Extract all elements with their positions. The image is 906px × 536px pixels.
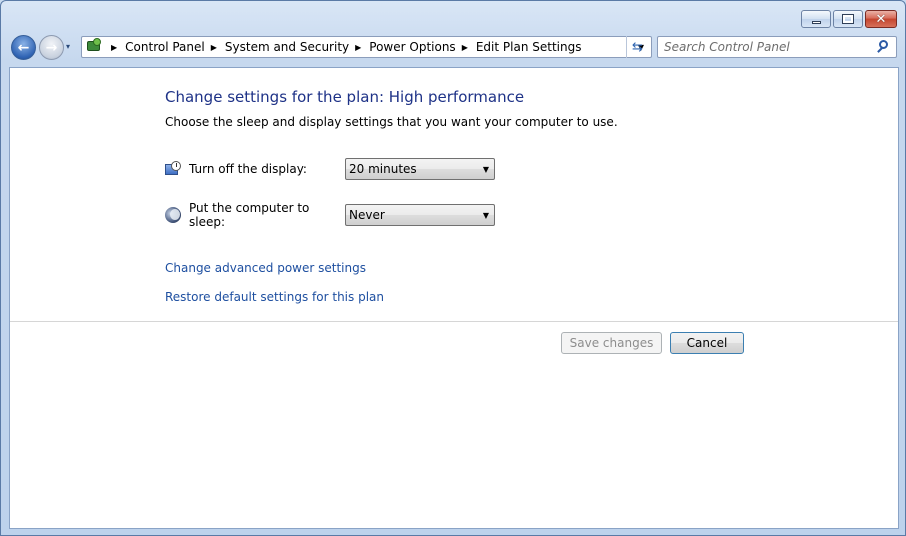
page-title: Change settings for the plan: High perfo… [165, 88, 525, 106]
minimize-icon [811, 20, 821, 24]
search-icon[interactable] [875, 38, 893, 56]
forward-arrow-icon: → [45, 39, 58, 56]
restore-defaults-link[interactable]: Restore default settings for this plan [165, 290, 384, 304]
breadcrumb-separator-icon[interactable]: ▶ [462, 43, 468, 52]
display-timer-icon [165, 161, 181, 177]
forward-button[interactable]: → [39, 35, 64, 60]
navigation-bar: ← → ▾ ▶ Control Panel ▶ System and Secur… [9, 33, 897, 61]
refresh-icon: ⇆ [632, 39, 643, 55]
recent-pages-dropdown[interactable]: ▾ [66, 42, 76, 52]
breadcrumb-separator-icon[interactable]: ▶ [211, 43, 217, 52]
address-bar[interactable]: ▶ Control Panel ▶ System and Security ▶ … [81, 36, 652, 58]
close-icon: ✕ [875, 11, 887, 27]
sleep-timeout-select[interactable]: Never ▼ [345, 204, 495, 226]
maximize-button[interactable] [833, 10, 863, 28]
search-box [657, 36, 897, 58]
control-panel-window: ✕ ← → ▾ ▶ Control Panel ▶ System and Sec… [0, 0, 906, 536]
sleep-setting-label: Put the computer to sleep: [189, 201, 310, 229]
content-pane: Change settings for the plan: High perfo… [9, 67, 899, 529]
back-button[interactable]: ← [11, 35, 36, 60]
display-timeout-select[interactable]: 20 minutes ▼ [345, 158, 495, 180]
breadcrumb-control-panel[interactable]: Control Panel [125, 40, 205, 54]
control-panel-icon [85, 38, 105, 56]
page-subtitle: Choose the sleep and display settings th… [165, 115, 618, 129]
divider [10, 321, 898, 322]
breadcrumb-separator-icon[interactable]: ▶ [355, 43, 361, 52]
display-setting-label: Turn off the display: [189, 162, 307, 176]
search-input[interactable] [658, 38, 875, 56]
sleep-moon-icon [165, 207, 181, 223]
breadcrumb-power-options[interactable]: Power Options [369, 40, 455, 54]
display-timeout-value: 20 minutes [349, 162, 417, 176]
back-arrow-icon: ← [17, 39, 30, 56]
sleep-setting-row: Put the computer to sleep: Never ▼ [165, 201, 495, 229]
chevron-down-icon: ▼ [482, 210, 490, 220]
chevron-down-icon: ▼ [482, 164, 490, 174]
cancel-button[interactable]: Cancel [670, 332, 744, 354]
breadcrumb-system-and-security[interactable]: System and Security [225, 40, 349, 54]
minimize-button[interactable] [801, 10, 831, 28]
save-changes-button[interactable]: Save changes [561, 332, 662, 354]
close-button[interactable]: ✕ [865, 10, 897, 28]
sleep-timeout-value: Never [349, 208, 385, 222]
breadcrumb: ▶ Control Panel ▶ System and Security ▶ … [105, 40, 631, 54]
breadcrumb-edit-plan-settings[interactable]: Edit Plan Settings [476, 40, 582, 54]
maximize-icon [842, 14, 854, 24]
refresh-button[interactable]: ⇆ [626, 36, 648, 58]
breadcrumb-separator-icon[interactable]: ▶ [111, 43, 117, 52]
display-setting-row: Turn off the display: 20 minutes ▼ [165, 158, 495, 180]
caption-buttons: ✕ [801, 10, 897, 28]
advanced-power-settings-link[interactable]: Change advanced power settings [165, 261, 366, 275]
